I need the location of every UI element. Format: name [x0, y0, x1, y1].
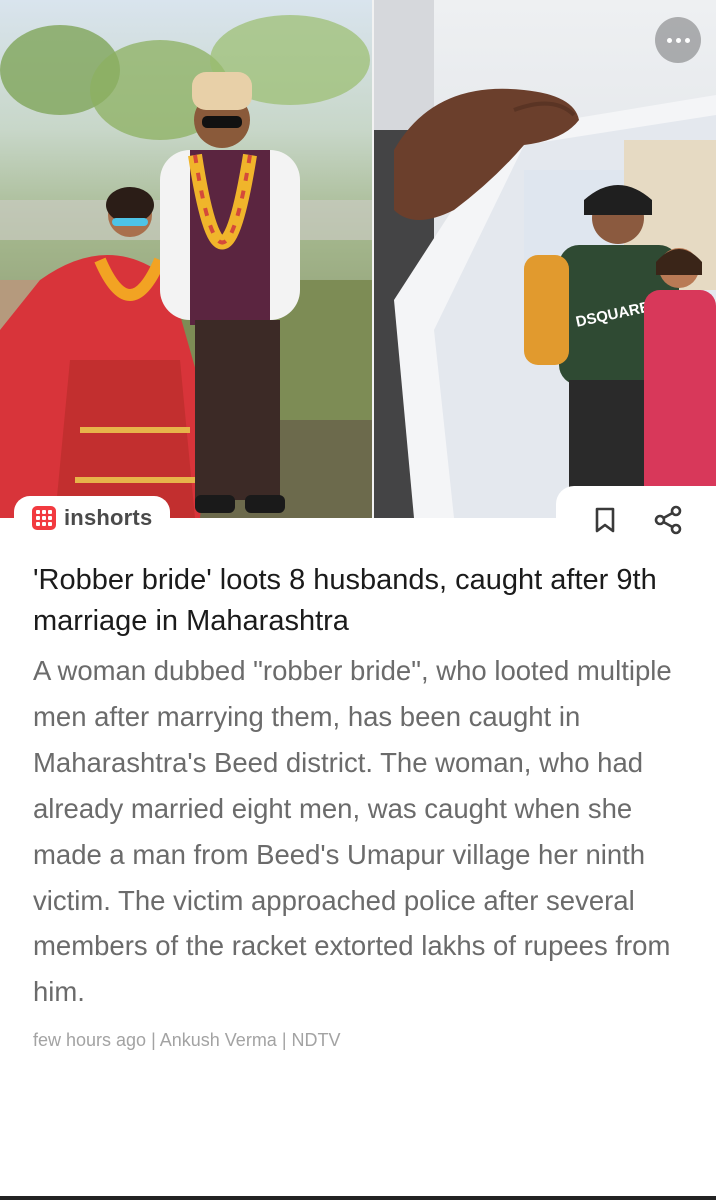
logo-dot [42, 510, 46, 514]
logo-dot [48, 510, 52, 514]
more-options-button[interactable] [655, 17, 701, 63]
logo-dot [36, 522, 40, 526]
brand-name: inshorts [64, 505, 153, 530]
bottom-edge [0, 1196, 716, 1200]
logo-dot [42, 516, 46, 520]
brand-tab: inshorts [14, 496, 171, 540]
logo-dot [48, 516, 52, 520]
more-dot [675, 37, 681, 43]
more-horizontal-icon [666, 37, 672, 43]
hero-image[interactable]: DSQUARED [0, 0, 716, 518]
logo-dot [42, 522, 46, 526]
logo-dot [36, 510, 40, 514]
bookmark-button[interactable] [588, 503, 622, 537]
bookmark-icon [595, 507, 615, 533]
article-meta[interactable]: few hours ago | Ankush Verma | NDTV [33, 1030, 341, 1051]
wedding-photo [0, 0, 372, 518]
logo-dot [36, 516, 40, 520]
article-body: A woman dubbed "robber bride", who loote… [33, 655, 672, 1008]
inshorts-logo-icon [32, 506, 56, 530]
share-button[interactable] [650, 503, 686, 537]
wedding-photo-illustration [0, 15, 372, 518]
action-tab [556, 486, 716, 546]
article-headline[interactable]: 'Robber bride' loots 8 husbands, caught … [33, 560, 683, 642]
more-dot [684, 37, 690, 43]
share-icon [654, 505, 682, 535]
printed-photo: DSQUARED [374, 0, 716, 518]
printed-photo-illustration: DSQUARED [374, 0, 716, 518]
logo-dot [48, 522, 52, 526]
